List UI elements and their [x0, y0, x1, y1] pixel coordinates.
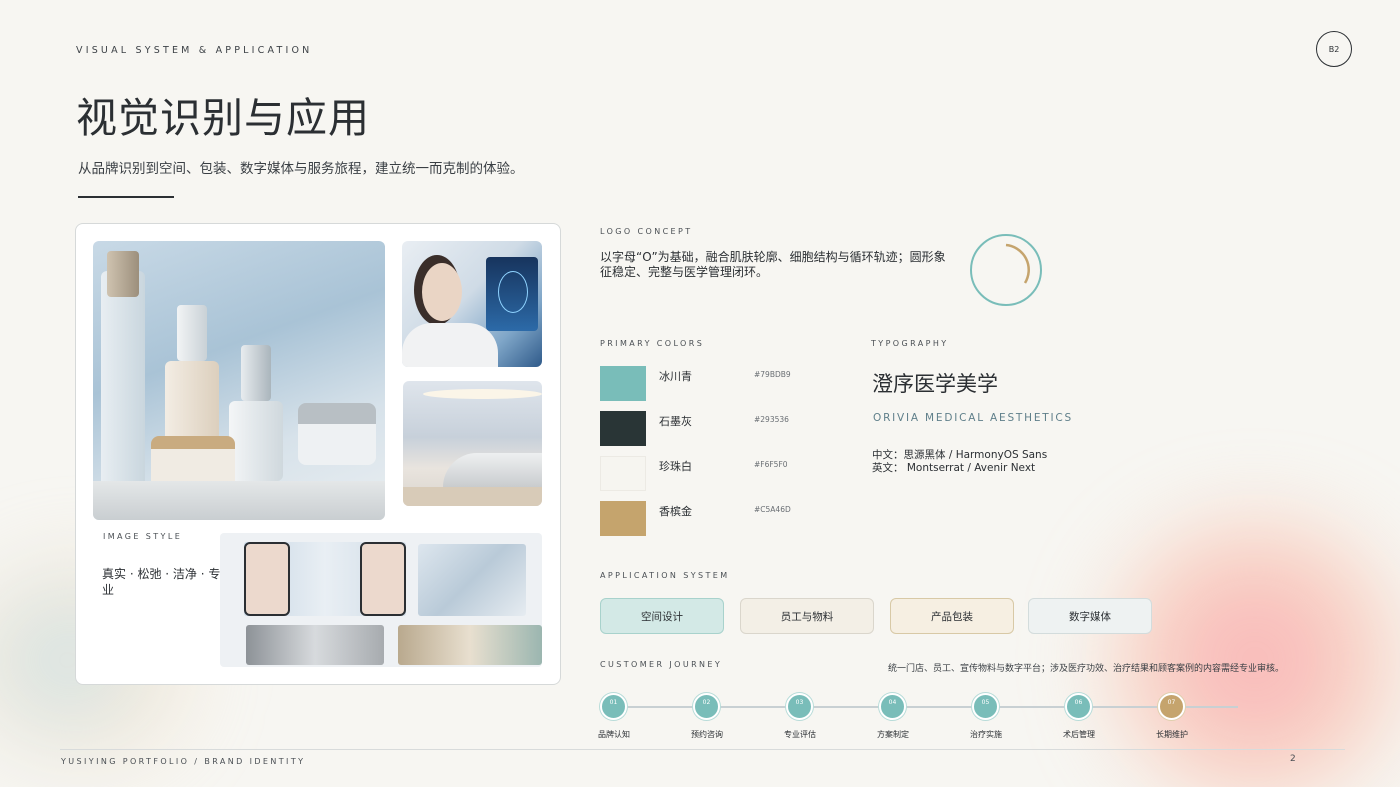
font-spec-cn: 中文：思源黑体 / HarmonyOS Sans — [872, 449, 1048, 461]
journey-step-dot: 07 — [1158, 693, 1185, 720]
brand-name-en: ORIVIA MEDICAL AESTHETICS — [873, 412, 1073, 424]
color-name: 冰川青 — [659, 370, 692, 383]
typography-label: TYPOGRAPHY — [871, 339, 949, 348]
image-style-card: IMAGE STYLE 真实 · 松弛 · 洁净 · 专业 — [75, 223, 561, 685]
ceiling-light-shape — [423, 389, 542, 399]
font-spec-en: 英文： Montserrat / Avenir Next — [872, 462, 1036, 474]
pump-shape — [241, 345, 271, 401]
face-shape — [422, 263, 462, 321]
robe-shape — [402, 323, 498, 367]
section-kicker: VISUAL SYSTEM & APPLICATION — [76, 45, 313, 56]
footer-portfolio-label: YUSIYING PORTFOLIO / BRAND IDENTITY — [61, 757, 306, 766]
journey-step-dot: 01 — [600, 693, 627, 720]
phone-mockup — [360, 542, 406, 616]
title-divider — [78, 196, 174, 198]
journey-step-label: 品牌认知 — [598, 730, 630, 739]
application-button-space[interactable]: 空间设计 — [600, 598, 724, 634]
color-swatch-row: 石墨灰 #293536 — [600, 411, 840, 447]
logo-concept-label: LOGO CONCEPT — [600, 227, 693, 236]
brand-application-collage — [220, 533, 542, 667]
product-grid-tile — [418, 544, 526, 616]
journey-step-label: 方案制定 — [877, 730, 909, 739]
color-swatch — [600, 456, 646, 491]
color-swatch — [600, 366, 646, 401]
color-hex: #293536 — [754, 415, 789, 424]
skincare-products-image — [93, 241, 385, 520]
image-style-label: IMAGE STYLE — [103, 532, 183, 541]
journey-step-dot: 03 — [786, 693, 813, 720]
image-style-keywords: 真实 · 松弛 · 洁净 · 专业 — [102, 567, 221, 597]
color-name: 珍珠白 — [659, 460, 692, 473]
journey-step-label: 长期维护 — [1156, 730, 1188, 739]
scan-screen-shape — [486, 257, 538, 331]
marble-base — [93, 481, 385, 520]
logo-ring-arc — [1005, 243, 1030, 284]
journey-step-dot: 02 — [693, 693, 720, 720]
page-subtitle: 从品牌识别到空间、包装、数字媒体与服务旅程，建立统一而克制的体验。 — [78, 161, 524, 177]
journey-step-dot: 05 — [972, 693, 999, 720]
journey-step-label: 预约咨询 — [691, 730, 723, 739]
logo-concept-text: 以字母“O”为基础，融合肌肤轮廓、细胞结构与循环轨迹；圆形象征稳定、完整与医学管… — [600, 250, 946, 279]
interior-tile — [246, 625, 384, 665]
page-title: 视觉识别与应用 — [76, 94, 370, 142]
color-swatch — [600, 411, 646, 446]
clinic-lobby-image — [403, 381, 542, 506]
journey-step-dot: 04 — [879, 693, 906, 720]
bottle-shape — [229, 401, 283, 481]
jar-shape — [298, 403, 376, 465]
color-swatch-row: 冰川青 #79BDB9 — [600, 366, 840, 402]
application-button-packaging[interactable]: 产品包装 — [890, 598, 1014, 634]
journey-step-label: 治疗实施 — [970, 730, 1002, 739]
decorative-gradient-blob — [1090, 510, 1400, 787]
font-spec: 中文：思源黑体 / HarmonyOS Sans 英文： Montserrat … — [872, 449, 1047, 475]
floor-shape — [403, 487, 542, 506]
page-number: 2 — [1290, 754, 1296, 764]
color-hex: #C5A46D — [754, 505, 791, 514]
color-swatch-row: 香槟金 #C5A46D — [600, 501, 840, 537]
color-swatch — [600, 501, 646, 536]
page-badge: B2 — [1316, 31, 1352, 67]
color-swatch-row: 珍珠白 #F6F5F0 — [600, 456, 840, 492]
footer-divider — [60, 749, 1345, 750]
primary-colors-label: PRIMARY COLORS — [600, 339, 705, 348]
application-system-label: APPLICATION SYSTEM — [600, 571, 730, 580]
journey-step-label: 术后管理 — [1063, 730, 1095, 739]
customer-journey-label: CUSTOMER JOURNEY — [600, 660, 723, 669]
bottle-cap-shape — [107, 251, 139, 297]
lobby-tile — [398, 625, 542, 665]
journey-step-dot: 06 — [1065, 693, 1092, 720]
journey-note: 统一门店、员工、宣传物料与数字平台；涉及医疗功效、治疗结果和顾客案例的内容需经专… — [888, 664, 1285, 674]
bottle-shape — [101, 271, 145, 491]
application-button-staff[interactable]: 员工与物料 — [740, 598, 874, 634]
color-hex: #79BDB9 — [754, 370, 791, 379]
facial-scan-image — [402, 241, 542, 367]
pump-shape — [177, 305, 207, 361]
color-name: 香槟金 — [659, 505, 692, 518]
brand-name-cn: 澄序医学美学 — [872, 372, 998, 396]
application-button-digital[interactable]: 数字媒体 — [1028, 598, 1152, 634]
app-screens-tile — [244, 542, 406, 616]
phone-mockup — [244, 542, 290, 616]
journey-step-label: 专业评估 — [784, 730, 816, 739]
logo-o-ring-icon — [970, 234, 1042, 306]
color-hex: #F6F5F0 — [754, 460, 788, 469]
color-name: 石墨灰 — [659, 415, 692, 428]
reception-desk-shape — [443, 453, 542, 487]
